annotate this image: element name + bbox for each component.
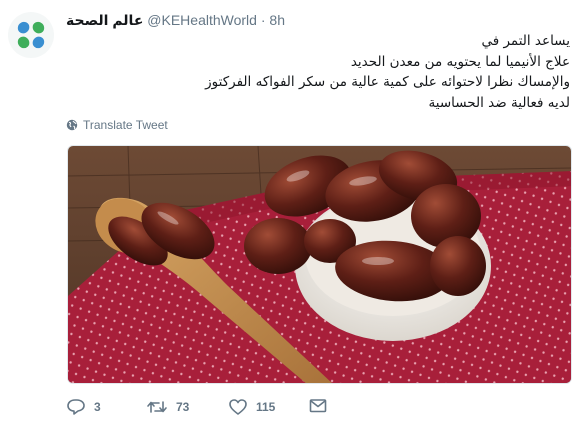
reply-button[interactable]: 3 [66,398,101,416]
display-name[interactable]: عالم الصحة [66,12,143,28]
separator-dot: · [260,12,266,28]
tweet-timestamp[interactable]: 8h [269,12,285,28]
retweet-count: 73 [176,400,190,414]
envelope-icon [309,399,327,413]
tweet-header: عالم الصحة @KEHealthWorld · 8h [66,11,285,29]
globe-icon [66,119,78,131]
health-logo-icon [17,21,45,49]
dates-photo [68,146,571,383]
heart-icon [229,399,247,415]
tweet-card[interactable]: عالم الصحة @KEHealthWorld · 8h يساعد الت… [0,0,583,424]
tweet-text-line: يساعد التمر في [481,33,570,49]
user-handle[interactable]: @KEHealthWorld [147,12,257,28]
like-count: 115 [256,400,276,414]
retweet-button[interactable]: 73 [146,398,189,416]
tweet-photo[interactable] [67,145,572,384]
reply-icon [67,399,85,415]
direct-message-button[interactable] [309,398,327,414]
translate-tweet-label: Translate Tweet [83,118,168,132]
tweet-text-line: لديه فعالية ضد الحساسية [428,94,570,111]
tweet-text-line: والإمساك نظرا لاحتوائه على كمية عالية من… [205,74,570,90]
translate-tweet-link[interactable]: Translate Tweet [66,118,168,132]
tweet-text: يساعد التمر في علاج الأنيميا لما يحتويه … [70,31,570,113]
tweet-actions: 3 73 115 [66,398,366,418]
tweet-text-line: علاج الأنيميا لما يحتويه من معدن الحديد [350,53,570,70]
reply-count: 3 [94,400,101,414]
like-button[interactable]: 115 [228,398,275,416]
retweet-icon [147,401,167,413]
avatar[interactable] [8,12,54,58]
